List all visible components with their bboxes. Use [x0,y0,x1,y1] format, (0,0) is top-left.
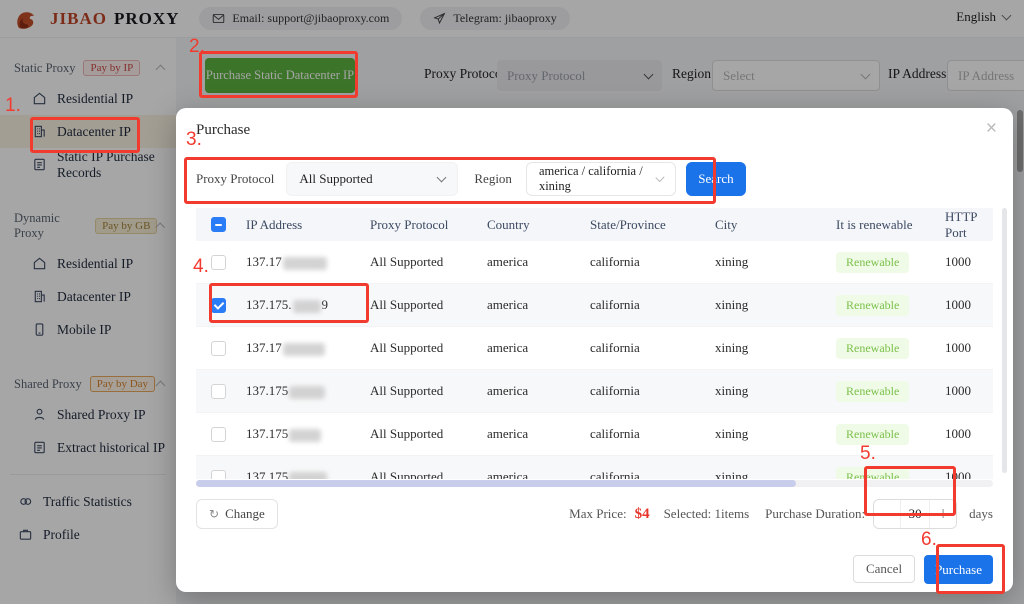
col-state-province: State/Province [584,217,709,233]
step-4-box [209,283,369,323]
close-icon[interactable]: × [986,118,997,140]
col-country: Country [481,217,584,233]
step-5-box [864,466,956,516]
table-row[interactable]: 137.17 All Supported america california … [196,241,993,284]
step-1-label: 1. [5,95,21,117]
cancel-button[interactable]: Cancel [853,555,915,583]
days-label: days [969,506,993,522]
max-price-label: Max Price: [569,506,626,522]
step-4-label: 4. [193,256,209,278]
selected-count: Selected: 1items [664,506,750,522]
row-checkbox[interactable] [211,384,226,399]
refresh-icon: ↻ [209,507,219,521]
row-checkbox[interactable] [211,470,226,480]
col-ip-address: IP Address [240,217,364,233]
renewable-badge: Renewable [836,424,909,445]
modal-title: Purchase [196,108,993,139]
redacted-ip-segment [283,257,327,270]
change-button[interactable]: ↻ Change [196,499,278,529]
redacted-ip-segment [289,472,327,479]
ip-cell: 137.175 [240,469,364,479]
row-checkbox[interactable] [211,427,226,442]
col-proxy-protocol: Proxy Protocol [364,217,481,233]
max-price-value: $4 [635,506,650,523]
redacted-ip-segment [289,386,325,399]
modal-vertical-scrollbar[interactable] [1002,208,1007,473]
ip-cell: 137.17 [240,254,364,270]
table-row[interactable]: 137.175 All Supported america california… [196,370,993,413]
ip-cell: 137.175 [240,383,364,399]
step-6-box [936,544,1005,594]
select-all-checkbox[interactable] [211,217,226,232]
redacted-ip-segment [283,343,325,356]
ip-cell: 137.175 [240,426,364,442]
renewable-badge: Renewable [836,381,909,402]
redacted-ip-segment [289,429,321,442]
step-5-label: 5. [860,443,876,465]
col-renewable: It is renewable [830,217,939,233]
row-checkbox[interactable] [211,341,226,356]
step-3-box [184,157,716,204]
purchase-duration-label: Purchase Duration: [765,506,865,522]
table-header: IP Address Proxy Protocol Country State/… [196,208,993,241]
renewable-badge: Renewable [836,252,909,273]
step-6-label: 6. [921,529,937,551]
horizontal-scrollbar-thumb[interactable] [196,480,796,487]
renewable-badge: Renewable [836,338,909,359]
col-http-port: HTTP Port [939,209,990,241]
ip-cell: 137.17 [240,340,364,356]
step-3-label: 3. [186,129,202,151]
renewable-badge: Renewable [836,295,909,316]
step-2-box [199,51,358,98]
step-1-box [30,117,140,153]
col-city: City [709,217,830,233]
row-checkbox[interactable] [211,255,226,270]
page-scrollbar-thumb[interactable] [1017,110,1023,172]
table-row[interactable]: 137.17 All Supported america california … [196,327,993,370]
modal-actions: Cancel Purchase [196,555,993,584]
page: JIBAO PROXY Email: support@jibaoproxy.co… [0,0,1024,604]
